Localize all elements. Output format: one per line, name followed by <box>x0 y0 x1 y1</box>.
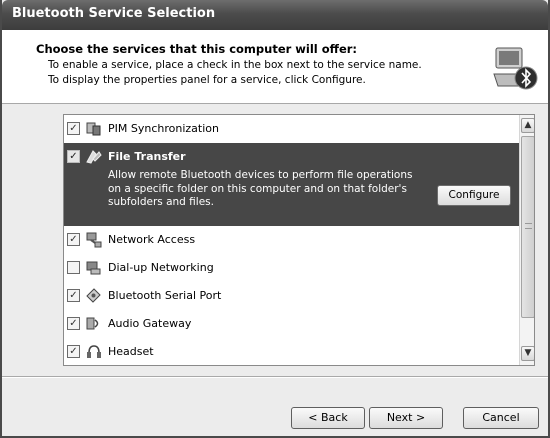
scroll-up-button[interactable]: ▲ <box>521 118 534 133</box>
service-checkbox[interactable]: ✓ <box>67 289 80 302</box>
bluetooth-computer-icon <box>493 47 538 90</box>
service-label: Dial-up Networking <box>108 261 214 274</box>
service-label: File Transfer <box>108 150 186 163</box>
header-instruction-1: To enable a service, place a check in th… <box>48 59 422 71</box>
service-list-scrollbar[interactable]: ▲ ▼ <box>519 115 534 365</box>
configure-button[interactable]: Configure <box>437 185 511 206</box>
service-label: Bluetooth Serial Port <box>108 289 222 302</box>
next-button[interactable]: Next > <box>369 407 443 429</box>
service-item-network-access[interactable]: ✓ Network Access <box>64 226 519 254</box>
service-checkbox[interactable]: ✓ <box>67 150 80 163</box>
service-label: Network Access <box>108 233 196 246</box>
header-instruction-2: To display the properties panel for a se… <box>48 74 366 86</box>
service-checkbox[interactable] <box>67 261 80 274</box>
network-access-icon <box>86 232 102 248</box>
audio-gateway-icon <box>86 317 99 330</box>
service-label: Headset <box>108 345 154 358</box>
header-title: Choose the services that this computer w… <box>36 42 358 56</box>
service-item-pim-synchronization[interactable]: ✓ PIM Synchronization <box>64 115 519 143</box>
service-list: ✓ PIM Synchronization ✓ File Transfer Al… <box>63 114 535 366</box>
service-description: Allow remote Bluetooth devices to perfor… <box>108 169 413 208</box>
scrollbar-grip-icon <box>525 223 532 229</box>
service-checkbox[interactable]: ✓ <box>67 345 80 358</box>
back-button[interactable]: < Back <box>291 407 365 429</box>
cancel-button[interactable]: Cancel <box>463 407 539 429</box>
scroll-down-button[interactable]: ▼ <box>521 346 534 361</box>
service-checkbox[interactable]: ✓ <box>67 317 80 330</box>
service-checkbox[interactable]: ✓ <box>67 233 80 246</box>
header-panel: Choose the services that this computer w… <box>2 30 548 104</box>
service-item-dial-up-networking[interactable]: Dial-up Networking <box>64 254 519 282</box>
headset-icon <box>87 345 101 358</box>
service-item-headset[interactable]: ✓ Headset <box>64 338 519 365</box>
service-item-audio-gateway[interactable]: ✓ Audio Gateway <box>64 310 519 338</box>
dialup-networking-icon <box>86 261 101 275</box>
bluetooth-service-selection-window: Bluetooth Service Selection Choose the s… <box>0 0 550 438</box>
service-label: PIM Synchronization <box>108 122 219 135</box>
pim-sync-icon <box>86 122 101 136</box>
file-transfer-icon <box>86 150 102 164</box>
service-item-file-transfer[interactable]: ✓ File Transfer Allow remote Bluetooth d… <box>64 143 519 226</box>
window-title: Bluetooth Service Selection <box>12 6 216 21</box>
service-label: Audio Gateway <box>108 317 192 330</box>
service-checkbox[interactable]: ✓ <box>67 122 80 135</box>
service-item-bluetooth-serial-port[interactable]: ✓ Bluetooth Serial Port <box>64 282 519 310</box>
title-bar[interactable]: Bluetooth Service Selection <box>2 0 548 30</box>
footer-separator <box>2 376 548 378</box>
serial-port-icon <box>86 288 101 303</box>
scrollbar-thumb[interactable] <box>521 136 534 318</box>
